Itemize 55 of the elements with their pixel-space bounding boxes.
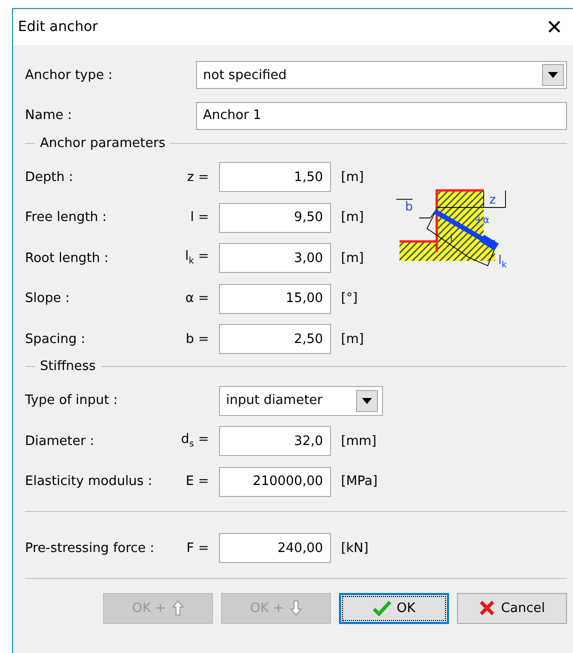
diagram-label: +α [474,214,490,226]
unit-label: [°] [341,291,358,306]
number-input-field[interactable]: 9,50 [219,202,331,232]
field-label: Elasticity modulus : [25,474,154,489]
symbol-label: l = [189,210,210,225]
field-label: Pre-stressing force : [25,540,156,556]
number-input-field[interactable]: 3,00 [219,243,331,273]
number-input-field[interactable]: 210000,00 [219,466,331,496]
unit-label: [m] [341,332,364,346]
group-title: Anchor parameters [40,136,166,150]
unit-label: [m] [341,250,364,266]
dropdown-value: not specified [203,68,287,82]
symbol-label: d$_{s}$ = [180,432,210,450]
window-title: Edit anchor [18,19,98,35]
field-label: Diameter : [25,434,96,448]
unit-label: [m] [341,210,364,225]
field-label: Depth : [25,170,74,184]
symbol-label: z = [186,170,210,184]
field-label: Type of input : [25,393,119,408]
diagram-label: b [405,200,413,214]
arrow-down-icon [290,600,302,616]
dialog-button[interactable]: Cancel [457,592,567,624]
input-type-dropdown[interactable]: input diameter [219,386,383,416]
number-input-field[interactable]: 1,50 [219,162,331,192]
check-icon [372,600,391,616]
diagram-label: l$_{k}$ [498,253,507,270]
dropdown-value: input diameter [226,393,323,408]
unit-label: [m] [341,170,364,184]
number-input-field[interactable]: 240,00 [219,533,331,563]
symbol-label: α = [184,291,210,306]
symbol-label: l$_{k}$ = [184,249,210,267]
field-label: Anchor type : [25,68,114,82]
anchor-type-dropdown[interactable]: not specified [196,61,567,89]
name-input-field[interactable]: Anchor 1 [196,102,567,130]
unit-label: [kN] [341,540,368,556]
number-input-field[interactable]: 32,0 [219,426,331,456]
arrow-up-icon [172,600,184,616]
field-label: Name : [25,108,73,123]
field-label: Spacing : [25,332,86,346]
group-title: Stiffness [40,359,96,374]
number-input-field[interactable]: 2,50 [219,324,331,354]
symbol-label: E = [184,474,210,489]
dialog-button[interactable]: OK [339,592,449,624]
unit-label: [mm] [341,434,376,448]
diagram-label: l [450,232,453,246]
symbol-label: b = [184,332,210,346]
symbol-label: F = [185,540,210,556]
unit-label: [MPa] [341,474,378,489]
field-label: Root length : [25,250,110,266]
cross-icon [478,600,495,616]
diagram-label: z [489,192,496,206]
close-button[interactable]: ✕ [542,15,567,39]
field-label: Free length : [25,210,108,225]
field-label: Slope : [25,291,71,306]
number-input-field[interactable]: 15,00 [219,284,331,314]
